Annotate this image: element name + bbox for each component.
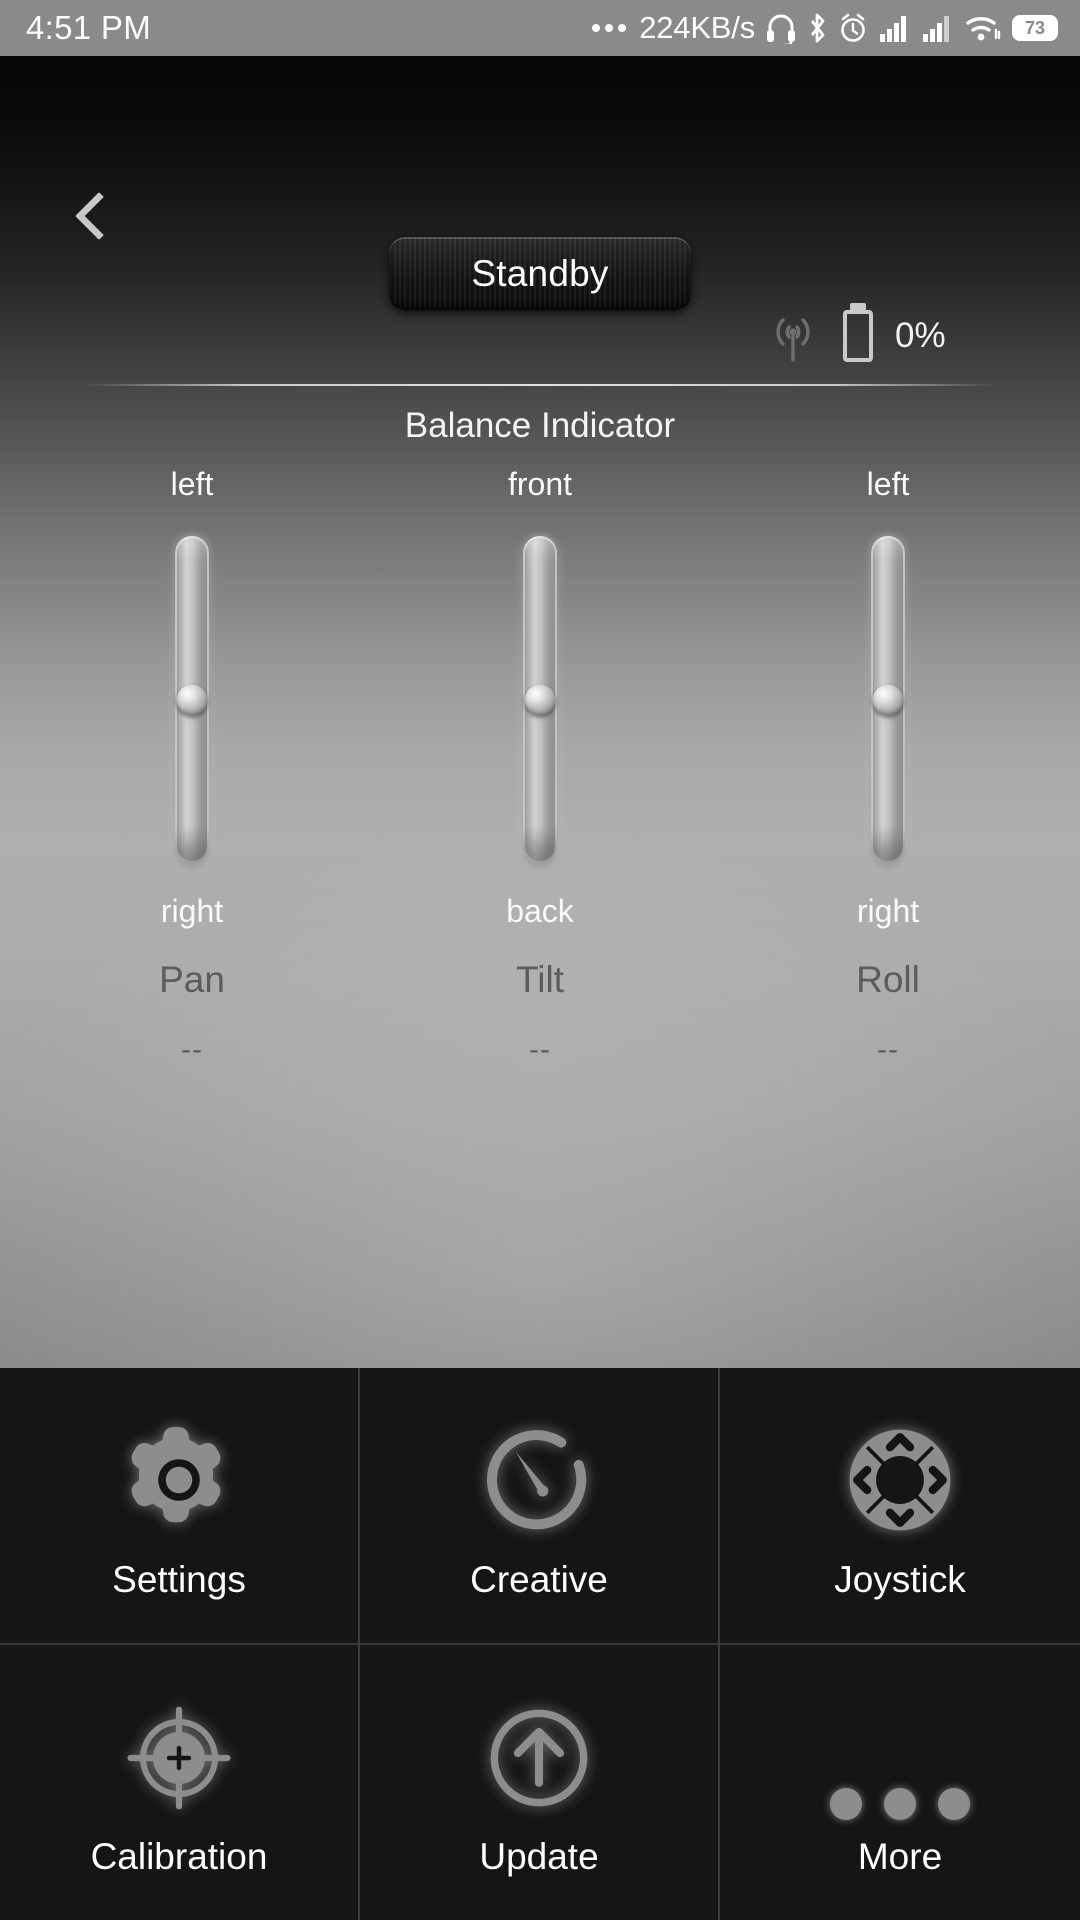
axis-name-label: Pan: [159, 959, 225, 1000]
bottom-menu-grid: Settings Creative Joystick Calibration U…: [0, 1368, 1080, 1920]
arrow-up-circle-icon: [477, 1688, 601, 1820]
axis-slider-tilt: front back Tilt --: [452, 466, 628, 1067]
bluetooth-icon: [810, 13, 825, 43]
headset-icon: [767, 14, 795, 44]
signal-bars-icon: [923, 16, 949, 42]
menu-item-creative[interactable]: Creative: [360, 1368, 720, 1645]
dpad-icon: [837, 1411, 963, 1543]
gauge-icon: [477, 1411, 601, 1543]
gear-icon: [116, 1411, 242, 1543]
axis-top-label: left: [170, 466, 214, 502]
menu-item-label: Calibration: [90, 1835, 268, 1877]
axis-name-label: Tilt: [516, 959, 564, 1000]
axis-value: --: [877, 1033, 899, 1066]
axis-slider-track[interactable]: [523, 536, 557, 863]
wifi-icon: [966, 17, 1001, 41]
menu-item-more[interactable]: More: [720, 1645, 1080, 1920]
device-telemetry: 0%: [765, 306, 946, 366]
system-status-bar: 4:51 PM 224KB/s 73: [0, 0, 1080, 56]
axis-name-label: Roll: [856, 959, 920, 1000]
axis-top-label: left: [866, 466, 910, 502]
signal-bars-icon: [880, 16, 906, 42]
axis-slider-track[interactable]: [175, 536, 209, 863]
gimbal-control-panel: Standby 0% Balance Indicator left right …: [0, 56, 1080, 1368]
axis-slider-roll: left right Roll --: [800, 466, 976, 1067]
menu-item-label: Joystick: [834, 1558, 966, 1600]
device-battery-icon: [843, 310, 873, 362]
menu-item-settings[interactable]: Settings: [0, 1368, 360, 1645]
axis-value: --: [181, 1033, 203, 1066]
menu-item-label: Update: [479, 1835, 599, 1877]
status-bar-clock: 4:51 PM: [26, 9, 151, 46]
status-bar-battery-icon: 73: [1012, 15, 1058, 41]
status-bar-icons: 224KB/s 73: [592, 10, 1058, 46]
axis-slider-knob[interactable]: [524, 684, 556, 715]
balance-indicator-title: Balance Indicator: [404, 406, 676, 445]
axis-slider-track[interactable]: [871, 536, 905, 863]
menu-item-label: More: [857, 1835, 943, 1877]
axis-top-label: front: [507, 466, 573, 502]
menu-item-update[interactable]: Update: [360, 1645, 720, 1920]
menu-item-joystick[interactable]: Joystick: [720, 1368, 1080, 1645]
axis-slider-pan: left right Pan --: [104, 466, 280, 1067]
alarm-clock-icon: [841, 13, 865, 42]
device-status-label: Standby: [471, 252, 609, 294]
back-button[interactable]: [54, 171, 144, 261]
crosshair-target-icon: [117, 1688, 241, 1820]
chevron-left-icon: [74, 191, 124, 241]
more-dots-icon: [592, 24, 627, 32]
menu-item-label: Creative: [470, 1558, 608, 1600]
menu-item-label: Settings: [112, 1558, 246, 1600]
rf-signal-icon: [776, 318, 810, 362]
status-bar-battery-level: 73: [1024, 18, 1046, 38]
menu-item-calibration[interactable]: Calibration: [0, 1645, 360, 1920]
device-battery-percent: 0%: [895, 316, 946, 355]
axis-bottom-label: right: [856, 893, 920, 929]
axis-slider-knob[interactable]: [176, 684, 208, 715]
axis-bottom-label: right: [160, 893, 224, 929]
balance-sliders: left right Pan -- front back Tilt -- lef…: [0, 466, 1080, 1067]
header-divider: [84, 384, 996, 386]
network-speed-label: 224KB/s: [639, 10, 755, 45]
axis-bottom-label: back: [506, 893, 574, 929]
three-dots-icon: [830, 1688, 970, 1820]
axis-slider-knob[interactable]: [872, 684, 904, 715]
axis-value: --: [529, 1033, 551, 1066]
device-status-button[interactable]: Standby: [389, 237, 691, 310]
